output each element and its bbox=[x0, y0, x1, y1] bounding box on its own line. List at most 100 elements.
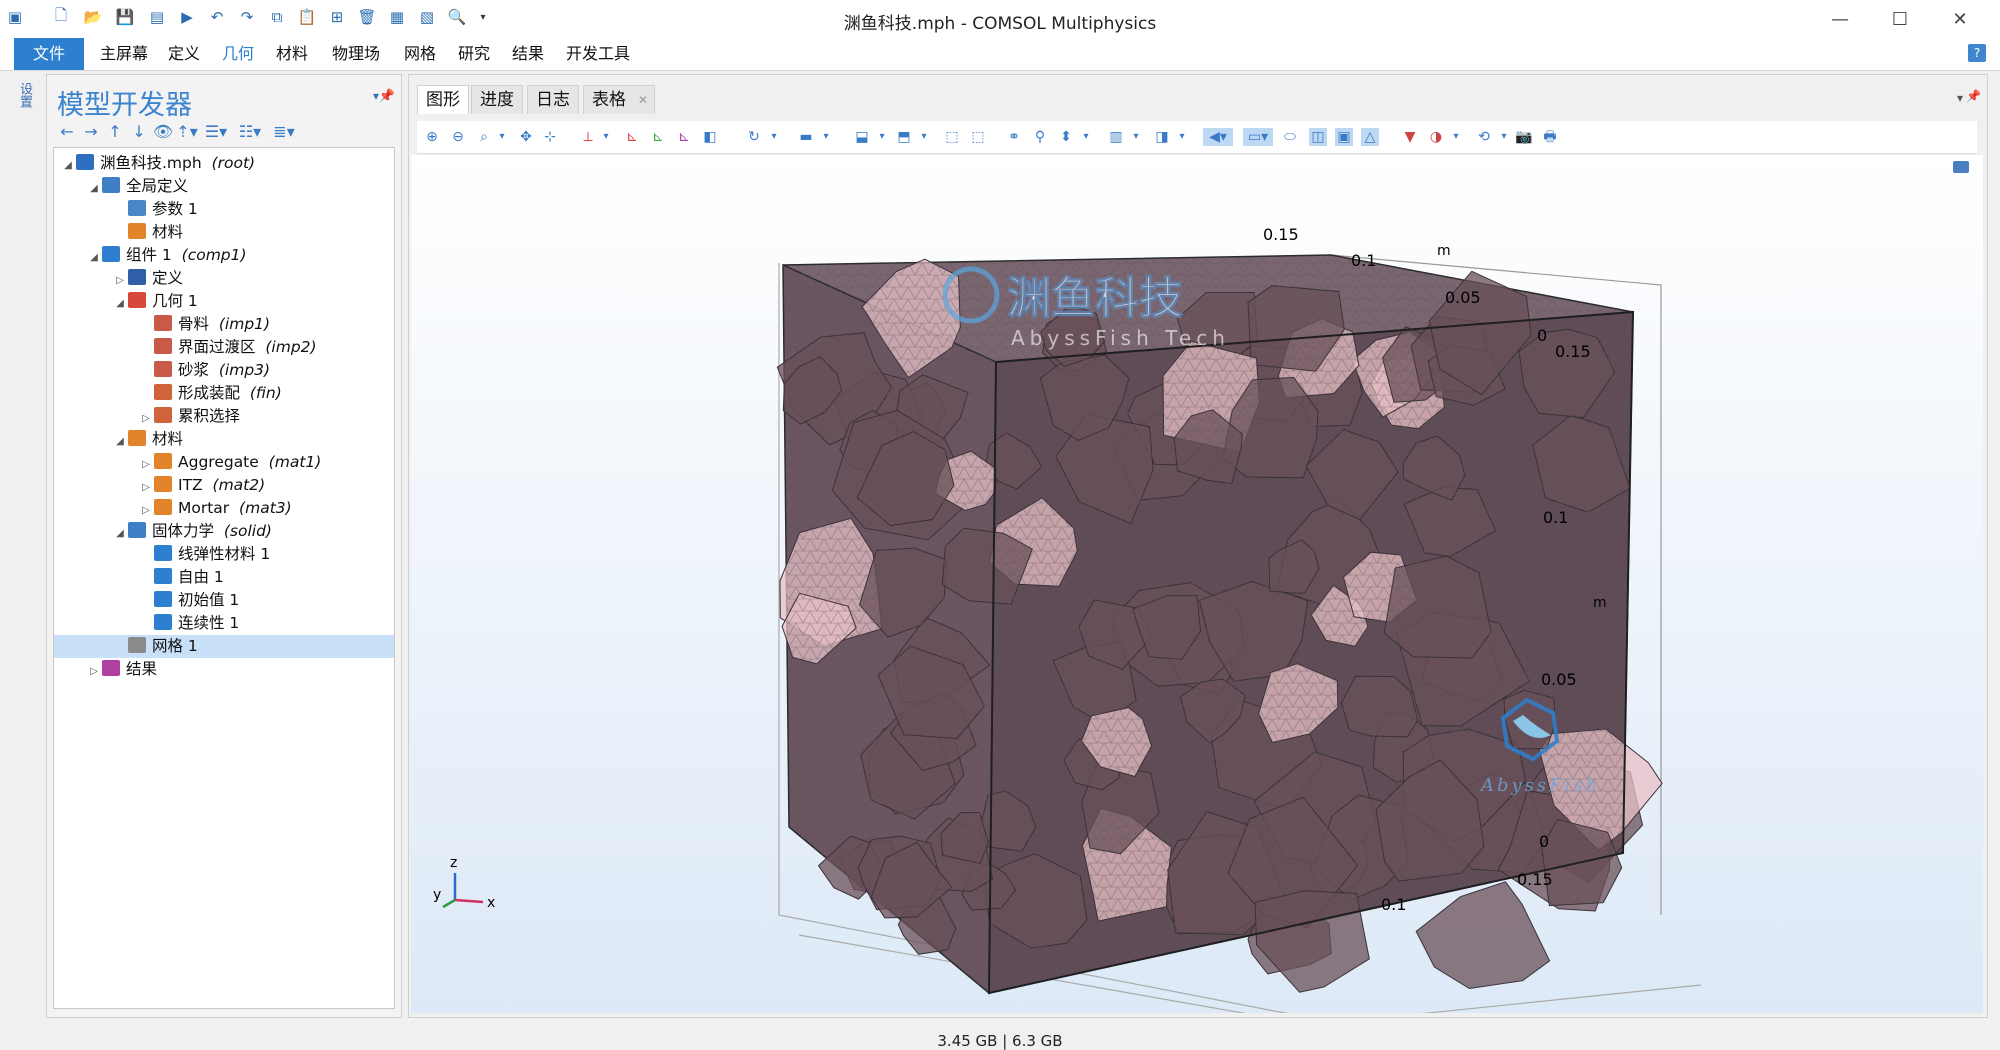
sort-up-icon[interactable]: ⇡▾ bbox=[175, 121, 199, 143]
close-tab-icon[interactable]: ✕ bbox=[638, 86, 648, 114]
tree-node[interactable]: ▷ 结果 bbox=[54, 658, 394, 681]
dropdown-icon[interactable]: ▾ bbox=[1127, 128, 1145, 146]
tree-node[interactable]: 连续性 1 bbox=[54, 612, 394, 635]
menu-results[interactable]: 结果 bbox=[504, 38, 552, 70]
tree-node[interactable]: ◢ 材料 bbox=[54, 428, 394, 451]
tree-node[interactable]: 骨料 (imp1) bbox=[54, 313, 394, 336]
tree-node[interactable]: 界面过渡区 (imp2) bbox=[54, 336, 394, 359]
transparency-icon[interactable]: ◨ bbox=[1153, 128, 1171, 146]
collapse-arrow-icon[interactable]: ◢ bbox=[112, 522, 128, 545]
tree-node[interactable]: ◢ 几何 1 bbox=[54, 290, 394, 313]
menu-home[interactable]: 主屏幕 bbox=[92, 38, 156, 70]
menu-materials[interactable]: 材料 bbox=[268, 38, 316, 70]
box-select-icon[interactable]: ⬓ bbox=[853, 128, 871, 146]
dropdown-icon[interactable]: ▾ bbox=[1495, 128, 1513, 146]
list-view-icon[interactable]: ≣▾ bbox=[267, 121, 301, 143]
color-icon[interactable]: ◑ bbox=[1427, 128, 1445, 146]
dropdown-icon[interactable]: ▾ bbox=[873, 128, 891, 146]
scene-light-icon[interactable]: ◫ bbox=[1309, 128, 1327, 146]
dropdown-icon[interactable]: ▾ bbox=[765, 128, 783, 146]
expand-arrow-icon[interactable]: ▷ bbox=[86, 660, 102, 683]
lighting-icon[interactable]: ◀▾ bbox=[1203, 128, 1233, 146]
collapse-arrow-icon[interactable]: ◢ bbox=[112, 430, 128, 453]
zoom-selected-icon[interactable]: ⊹ bbox=[541, 128, 559, 146]
menu-file[interactable]: 文件 bbox=[14, 38, 84, 70]
tab-log[interactable]: 日志 bbox=[527, 85, 579, 114]
collapse-arrow-icon[interactable]: ◢ bbox=[112, 292, 128, 315]
menu-geometry[interactable]: 几何 bbox=[214, 38, 262, 70]
move-down-icon[interactable]: ↓ bbox=[127, 121, 151, 143]
expand-arrow-icon[interactable]: ▷ bbox=[138, 476, 154, 499]
settings-side-tab[interactable]: 设置 bbox=[17, 82, 34, 108]
zoom-in-icon[interactable]: ⊕ bbox=[423, 128, 441, 146]
view-yz-icon[interactable]: ⊾ bbox=[649, 128, 667, 146]
show-hide-icon[interactable]: ⬍ bbox=[1057, 128, 1075, 146]
tree-node[interactable]: ◢ 组件 1 (comp1) bbox=[54, 244, 394, 267]
rotate-icon[interactable]: ↻ bbox=[745, 128, 763, 146]
wireframe-icon[interactable]: ▭▾ bbox=[1243, 128, 1273, 146]
close-button[interactable]: ✕ bbox=[1930, 2, 1990, 36]
dropdown-icon[interactable]: ▾ bbox=[817, 128, 835, 146]
dropdown-icon[interactable]: ▾ bbox=[597, 128, 615, 146]
hide-icon[interactable]: ⚲ bbox=[1031, 128, 1049, 146]
zoom-extents-icon[interactable]: ✥ bbox=[517, 128, 535, 146]
pin-icon[interactable]: 📌 bbox=[1966, 89, 1981, 103]
dropdown-icon[interactable]: ▾ bbox=[493, 128, 511, 146]
tab-progress[interactable]: 进度 bbox=[471, 85, 523, 114]
mesh-render-icon[interactable]: △ bbox=[1361, 128, 1379, 146]
render-icon[interactable]: ⬭ bbox=[1281, 128, 1299, 146]
view-xy-icon[interactable]: ⊾ bbox=[623, 128, 641, 146]
collapse-arrow-icon[interactable]: ◢ bbox=[86, 246, 102, 269]
menu-developer[interactable]: 开发工具 bbox=[558, 38, 638, 70]
zoom-out-icon[interactable]: ⊖ bbox=[449, 128, 467, 146]
reset-icon[interactable]: ⟲ bbox=[1475, 128, 1493, 146]
forward-icon[interactable]: → bbox=[79, 121, 103, 143]
tab-table[interactable]: 表格 ✕ bbox=[583, 85, 655, 114]
expand-arrow-icon[interactable]: ▷ bbox=[138, 499, 154, 522]
expand-arrow-icon[interactable]: ▷ bbox=[112, 269, 128, 292]
grid-icon[interactable]: ▣ bbox=[1335, 128, 1353, 146]
select-box-icon[interactable]: ⬚ bbox=[943, 128, 961, 146]
help-button[interactable]: ? bbox=[1968, 44, 1986, 62]
collapse-arrow-icon[interactable]: ◢ bbox=[86, 177, 102, 200]
collapse-arrow-icon[interactable]: ◢ bbox=[60, 154, 76, 177]
maximize-button[interactable]: ☐ bbox=[1870, 2, 1930, 36]
menu-study[interactable]: 研究 bbox=[450, 38, 498, 70]
minimize-button[interactable]: — bbox=[1810, 2, 1870, 36]
move-up-icon[interactable]: ↑ bbox=[103, 121, 127, 143]
menu-definitions[interactable]: 定义 bbox=[160, 38, 208, 70]
expand-icon[interactable]: ☰▾ bbox=[199, 121, 233, 143]
tree-node[interactable]: 网格 1 bbox=[54, 635, 394, 658]
tree-node[interactable]: ◢ 全局定义 bbox=[54, 175, 394, 198]
tree-node[interactable]: 形成装配 (fin) bbox=[54, 382, 394, 405]
screenshot-icon[interactable]: 📷 bbox=[1515, 128, 1533, 146]
tree-node[interactable]: 砂浆 (imp3) bbox=[54, 359, 394, 382]
tree-node[interactable]: 线弹性材料 1 bbox=[54, 543, 394, 566]
tree-node[interactable]: ▷ 定义 bbox=[54, 267, 394, 290]
tree-node[interactable]: ▷ 累积选择 bbox=[54, 405, 394, 428]
graphics-viewport[interactable]: 渊鱼科技 AbyssFish Tech AbyssFish 0.15 0.1 0… bbox=[411, 155, 1983, 1013]
tab-graphics[interactable]: 图形 bbox=[417, 85, 469, 114]
tree-node[interactable]: ◢ 渊鱼科技.mph (root) bbox=[54, 152, 394, 175]
panel-menu-icon[interactable]: ▾ bbox=[1957, 91, 1963, 105]
link-icon[interactable]: ⚭ bbox=[1005, 128, 1023, 146]
back-icon[interactable]: ← bbox=[55, 121, 79, 143]
dropdown-icon[interactable]: ▾ bbox=[915, 128, 933, 146]
menu-physics[interactable]: 物理场 bbox=[324, 38, 388, 70]
deselect-box-icon[interactable]: ⬚ bbox=[969, 128, 987, 146]
expand-arrow-icon[interactable]: ▷ bbox=[138, 407, 154, 430]
tree-node[interactable]: 参数 1 bbox=[54, 198, 394, 221]
axis-orient-icon[interactable]: ⟂ bbox=[579, 128, 597, 146]
expand-arrow-icon[interactable]: ▷ bbox=[138, 453, 154, 476]
select-domain-icon[interactable]: ▬ bbox=[797, 128, 815, 146]
tree-node[interactable]: ◢ 固体力学 (solid) bbox=[54, 520, 394, 543]
tree-node[interactable]: ▷ Aggregate (mat1) bbox=[54, 451, 394, 474]
pin-icon[interactable]: 📌 bbox=[379, 89, 395, 104]
views-icon[interactable]: ▥ bbox=[1107, 128, 1125, 146]
tree-node[interactable]: ▷ ITZ (mat2) bbox=[54, 474, 394, 497]
collapse-icon[interactable]: ☷▾ bbox=[233, 121, 267, 143]
view-xz-icon[interactable]: ⊾ bbox=[675, 128, 693, 146]
dropdown-icon[interactable]: ▾ bbox=[1447, 128, 1465, 146]
tree-node[interactable]: 自由 1 bbox=[54, 566, 394, 589]
print-icon[interactable]: 🖶 bbox=[1541, 128, 1559, 146]
